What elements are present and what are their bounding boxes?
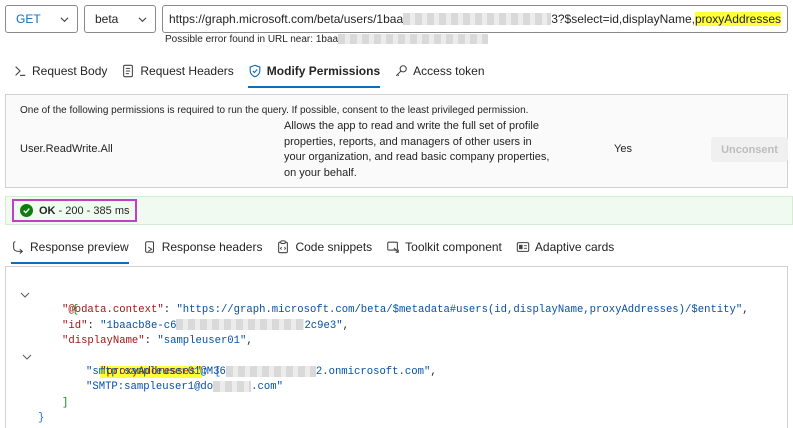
- http-method-value: GET: [16, 12, 41, 26]
- status-badge: OK - 200 - 385 ms: [12, 199, 138, 222]
- json-value: .com": [251, 381, 283, 394]
- redacted-blur: [403, 13, 552, 25]
- json-line: "id": "1baacb8e-c6 2c9e3",: [62, 319, 349, 332]
- json-line: "displayName": "sampleuser01",: [62, 335, 253, 348]
- api-version-dropdown[interactable]: beta: [84, 5, 156, 33]
- tab-label: Response preview: [30, 240, 129, 254]
- json-line: "SMTP:sampleuser1@do .com": [6, 380, 749, 395]
- json-value: 2.onmicrosoft.com": [315, 365, 431, 378]
- toolkit-icon: [387, 241, 399, 253]
- shield-icon: [249, 64, 261, 78]
- json-line: ]: [6, 396, 749, 411]
- http-method-dropdown[interactable]: GET: [5, 5, 78, 33]
- document-icon: [123, 64, 134, 78]
- tab-label: Request Headers: [140, 64, 234, 78]
- check-circle-icon: [20, 204, 33, 217]
- unconsent-button[interactable]: Unconsent: [711, 137, 788, 162]
- tab-label: Adaptive cards: [534, 240, 615, 254]
- json-value: "1baacb8e-c6: [100, 319, 177, 332]
- tab-label: Access token: [413, 64, 485, 78]
- json-line: }: [6, 411, 749, 426]
- permission-description: Allows the app to read and write the ful…: [284, 120, 550, 179]
- request-bar: GET beta https://graph.microsoft.com/bet…: [5, 5, 788, 33]
- request-tabs: Request Body Request Headers Modify Perm…: [13, 60, 485, 88]
- tab-label: Response headers: [161, 240, 263, 254]
- chevron-down-icon: [60, 16, 69, 22]
- json-line: "proxyAddresses": [: [6, 350, 749, 378]
- tab-label: Request Body: [32, 64, 108, 78]
- url-warning: Possible error found in URL near: 1baa: [165, 34, 489, 45]
- json-value: 2c9e3": [304, 319, 343, 332]
- json-key: "id": [62, 319, 88, 332]
- key-icon: [395, 65, 407, 77]
- url-text-start: https://graph.microsoft.com/beta/users/1…: [169, 12, 404, 26]
- json-bracket: ]: [62, 396, 69, 409]
- json-line: "@odata.context": "https://graph.microso…: [62, 304, 749, 317]
- url-input[interactable]: https://graph.microsoft.com/beta/users/1…: [162, 5, 788, 33]
- tab-modify-permissions[interactable]: Modify Permissions: [247, 60, 381, 88]
- permission-name: User.ReadWrite.All: [20, 143, 113, 155]
- url-highlight: proxyAddresses: [694, 12, 781, 26]
- permissions-panel: One of the following permissions is requ…: [5, 94, 788, 188]
- tab-toolkit-component[interactable]: Toolkit component: [386, 236, 502, 258]
- permissions-heading: One of the following permissions is requ…: [20, 105, 529, 116]
- tab-access-token[interactable]: Access token: [394, 60, 485, 82]
- json-line: {: [6, 288, 749, 316]
- tab-response-preview[interactable]: Response preview: [11, 236, 129, 264]
- tab-response-headers[interactable]: Response headers: [143, 236, 263, 258]
- redacted-blur: [213, 381, 252, 393]
- json-viewer: { "@odata.context": "https://graph.micro…: [6, 288, 749, 427]
- chevron-down-icon[interactable]: [20, 288, 30, 303]
- redacted-blur: [176, 319, 305, 331]
- clipboard-icon: [278, 240, 289, 254]
- json-key: "displayName": [62, 335, 145, 348]
- tab-code-snippets[interactable]: Code snippets: [276, 236, 372, 258]
- status-detail: - 200 - 385 ms: [55, 204, 130, 217]
- chevron-down-icon: [138, 16, 147, 22]
- status-bar: OK - 200 - 385 ms: [5, 196, 793, 225]
- json-key: "@odata.context": [62, 304, 164, 317]
- response-tabs: Response preview Response headers Code s…: [11, 236, 614, 264]
- json-brace: }: [38, 412, 45, 425]
- tab-request-body[interactable]: Request Body: [13, 60, 107, 82]
- tab-label: Code snippets: [295, 240, 373, 254]
- preview-icon: [13, 241, 24, 254]
- json-value: "sampleuser01": [157, 335, 247, 348]
- admin-consent-value: Yes: [614, 143, 632, 155]
- tab-label: Modify Permissions: [266, 64, 381, 78]
- api-version-value: beta: [95, 12, 119, 26]
- cards-icon: [516, 242, 530, 252]
- tab-label: Toolkit component: [405, 240, 502, 254]
- play-icon: [15, 66, 26, 76]
- tab-request-headers[interactable]: Request Headers: [121, 60, 234, 82]
- json-value: "SMTP:sampleuser1@do: [86, 381, 214, 394]
- json-value: "https://graph.microsoft.com/beta/$metad…: [176, 304, 743, 317]
- response-preview-panel[interactable]: { "@odata.context": "https://graph.micro…: [5, 266, 788, 428]
- url-text-query: 3?$select=id,displayName,: [551, 12, 695, 26]
- chevron-down-icon[interactable]: [22, 350, 32, 365]
- headers-icon: [144, 241, 154, 253]
- json-line: "smtp:sampleuser01@M36 2.onmicrosoft.com"…: [86, 365, 437, 378]
- status-ok: OK: [39, 204, 56, 217]
- redacted-blur: [225, 365, 316, 377]
- url-warning-text: Possible error found in URL near: 1baa: [165, 34, 339, 45]
- redacted-blur: [338, 34, 489, 45]
- json-value: "smtp:sampleuser01@M36: [86, 365, 226, 378]
- tab-adaptive-cards[interactable]: Adaptive cards: [516, 236, 614, 258]
